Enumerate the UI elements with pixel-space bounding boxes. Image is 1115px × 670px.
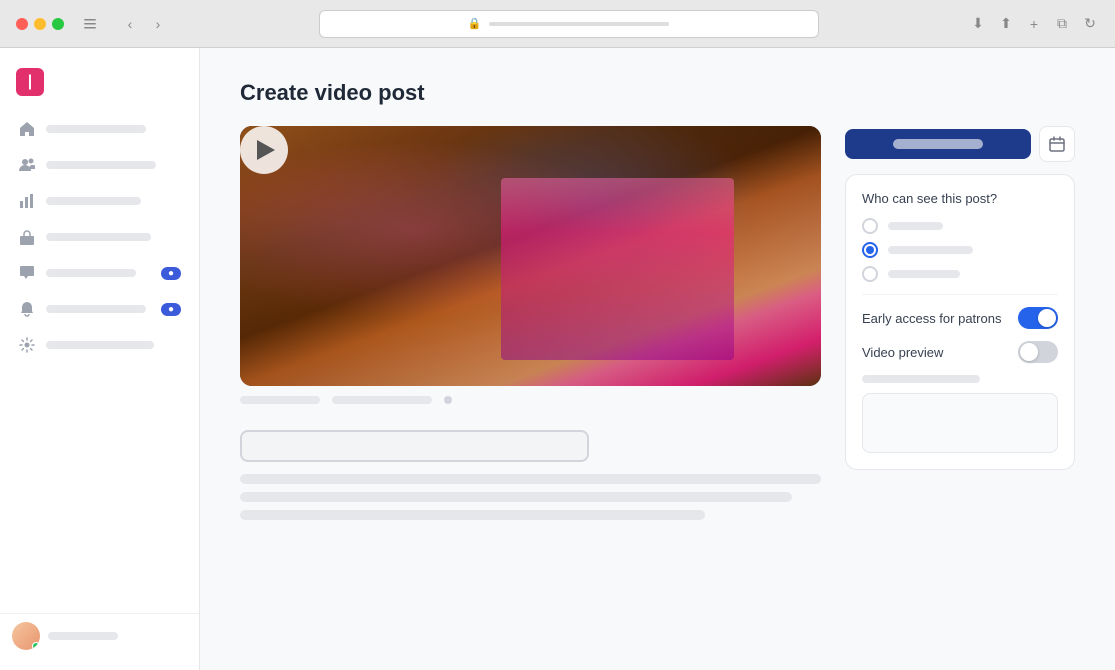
browser-chrome: ‹ › 🔒 ⬇ ⬆ + ⧉ ↻ xyxy=(0,0,1115,48)
app-layout: | xyxy=(0,48,1115,670)
visibility-title: Who can see this post? xyxy=(862,191,1058,206)
video-preview-label: Video preview xyxy=(862,345,943,360)
radio-label-patrons xyxy=(888,246,973,254)
preview-subtext xyxy=(862,375,980,383)
video-preview-toggle[interactable] xyxy=(1018,341,1058,363)
radio-public[interactable] xyxy=(862,218,1058,234)
sidebar-item-settings[interactable] xyxy=(8,328,191,362)
panel-divider-1 xyxy=(862,294,1058,295)
back-button[interactable]: ‹ xyxy=(120,14,140,34)
right-column: Who can see this post? xyxy=(845,126,1075,470)
sidebar-label xyxy=(46,125,146,133)
sidebar-nav: ● ● xyxy=(0,112,199,605)
sidebar-label xyxy=(46,269,136,277)
sidebar-label xyxy=(46,341,154,349)
radio-circle-tiers xyxy=(862,266,878,282)
text-line-3 xyxy=(240,510,705,520)
text-line-1 xyxy=(240,474,821,484)
messages-badge: ● xyxy=(161,267,181,280)
settings-icon xyxy=(18,336,36,354)
sidebar-item-analytics[interactable] xyxy=(8,184,191,218)
tabs-icon[interactable]: ⧉ xyxy=(1053,15,1071,33)
radio-label-public xyxy=(888,222,943,230)
video-preview-row: Video preview xyxy=(862,341,1058,363)
post-text-area xyxy=(240,474,821,520)
forward-button[interactable]: › xyxy=(148,14,168,34)
early-access-row: Early access for patrons xyxy=(862,307,1058,329)
post-title-input[interactable] xyxy=(240,430,589,462)
early-access-label: Early access for patrons xyxy=(862,311,1001,326)
sidebar-item-messages[interactable]: ● xyxy=(8,256,191,290)
left-column xyxy=(240,126,821,528)
bell-icon xyxy=(18,300,36,318)
sidebar-footer xyxy=(0,613,199,658)
sidebar-item-notifications[interactable]: ● xyxy=(8,292,191,326)
avatar xyxy=(12,622,40,650)
video-container xyxy=(240,126,821,386)
play-triangle-icon xyxy=(257,140,275,160)
preview-textarea[interactable] xyxy=(862,393,1058,453)
schedule-button[interactable] xyxy=(1039,126,1075,162)
sidebar: | xyxy=(0,48,200,670)
browser-nav: ‹ › xyxy=(120,14,168,34)
lock-icon: 🔒 xyxy=(468,17,482,30)
sidebar-label xyxy=(46,161,156,169)
sidebar-item-shop[interactable] xyxy=(8,220,191,254)
sidebar-logo[interactable]: | xyxy=(0,60,199,112)
duration-bar xyxy=(332,396,432,404)
right-header xyxy=(845,126,1075,162)
radio-label-tiers xyxy=(888,270,960,278)
sidebar-label xyxy=(46,233,151,241)
volume-control[interactable] xyxy=(444,396,452,404)
main-content: Create video post xyxy=(200,48,1115,670)
publish-button[interactable] xyxy=(845,129,1031,159)
maximize-button[interactable] xyxy=(52,18,64,30)
address-text xyxy=(489,22,669,26)
sidebar-toggle-icon[interactable] xyxy=(80,14,100,34)
download-icon[interactable]: ⬇ xyxy=(969,15,987,33)
radio-specific-tiers[interactable] xyxy=(862,266,1058,282)
toggle-knob-preview xyxy=(1020,343,1038,361)
sidebar-label xyxy=(46,197,141,205)
user-name-label xyxy=(48,632,118,640)
minimize-button[interactable] xyxy=(34,18,46,30)
sidebar-item-members[interactable] xyxy=(8,148,191,182)
sidebar-item-home[interactable] xyxy=(8,112,191,146)
radio-circle-public xyxy=(862,218,878,234)
notifications-badge: ● xyxy=(161,303,181,316)
messages-icon xyxy=(18,264,36,282)
video-controls xyxy=(240,386,821,410)
progress-bar[interactable] xyxy=(240,396,320,404)
new-tab-icon[interactable]: + xyxy=(1025,15,1043,33)
analytics-icon xyxy=(18,192,36,210)
text-line-2 xyxy=(240,492,792,502)
refresh-icon[interactable]: ↻ xyxy=(1081,15,1099,33)
toggle-knob xyxy=(1038,309,1056,327)
close-button[interactable] xyxy=(16,18,28,30)
online-indicator xyxy=(32,642,40,650)
radio-patrons[interactable] xyxy=(862,242,1058,258)
settings-panel: Who can see this post? xyxy=(845,174,1075,470)
address-bar[interactable]: 🔒 xyxy=(319,10,819,38)
radio-circle-patrons xyxy=(862,242,878,258)
traffic-lights xyxy=(16,18,64,30)
share-icon[interactable]: ⬆ xyxy=(997,15,1015,33)
shop-icon xyxy=(18,228,36,246)
sidebar-label xyxy=(46,305,146,313)
patreon-logo: | xyxy=(16,68,44,96)
home-icon xyxy=(18,120,36,138)
browser-actions: ⬇ ⬆ + ⧉ ↻ xyxy=(969,15,1099,33)
publish-label xyxy=(893,139,983,149)
play-button[interactable] xyxy=(240,126,288,174)
radio-selected-indicator xyxy=(866,246,874,254)
members-icon xyxy=(18,156,36,174)
content-columns: Who can see this post? xyxy=(240,126,1075,528)
early-access-toggle[interactable] xyxy=(1018,307,1058,329)
page-title: Create video post xyxy=(240,80,1075,106)
